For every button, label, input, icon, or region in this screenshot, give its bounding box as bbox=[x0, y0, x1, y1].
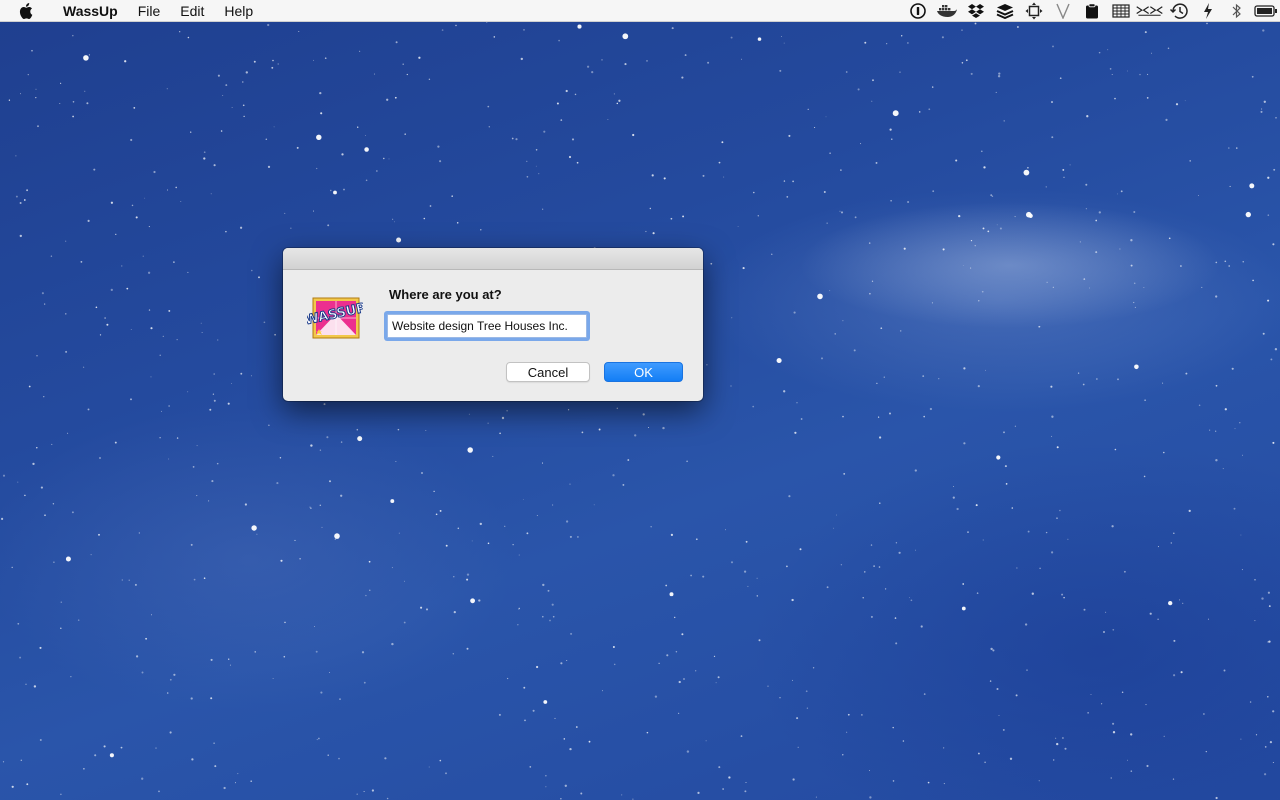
clipboard-icon[interactable] bbox=[1077, 0, 1106, 22]
1password-icon[interactable] bbox=[903, 0, 932, 22]
menu-app-name[interactable]: WassUp bbox=[55, 0, 128, 22]
menu-file[interactable]: File bbox=[128, 0, 171, 22]
menu-edit[interactable]: Edit bbox=[170, 0, 214, 22]
dropbox-icon[interactable] bbox=[961, 0, 990, 22]
wassup-app-icon: WASSUP bbox=[303, 294, 368, 342]
buffer-icon[interactable] bbox=[990, 0, 1019, 22]
cancel-button[interactable]: Cancel bbox=[506, 362, 590, 382]
battery-icon[interactable] bbox=[1251, 0, 1280, 22]
dialog-prompt: Where are you at? bbox=[389, 287, 502, 302]
menu-help[interactable]: Help bbox=[214, 0, 263, 22]
menu-bar: WassUp File Edit Help bbox=[0, 0, 1280, 22]
time-machine-icon[interactable] bbox=[1164, 0, 1193, 22]
grid-icon[interactable] bbox=[1106, 0, 1135, 22]
move-icon[interactable] bbox=[1019, 0, 1048, 22]
ok-button[interactable]: OK bbox=[604, 362, 683, 382]
dialog-titlebar[interactable] bbox=[283, 248, 703, 270]
rays-icon[interactable] bbox=[1135, 0, 1164, 22]
input-dialog: WASSUP Where are you at? Cancel OK bbox=[283, 248, 703, 401]
vectorize-icon[interactable] bbox=[1048, 0, 1077, 22]
power-icon[interactable] bbox=[1193, 0, 1222, 22]
bluetooth-icon[interactable] bbox=[1222, 0, 1251, 22]
apple-menu-icon[interactable] bbox=[19, 2, 39, 19]
docker-icon[interactable] bbox=[932, 0, 961, 22]
location-input[interactable] bbox=[387, 314, 587, 338]
